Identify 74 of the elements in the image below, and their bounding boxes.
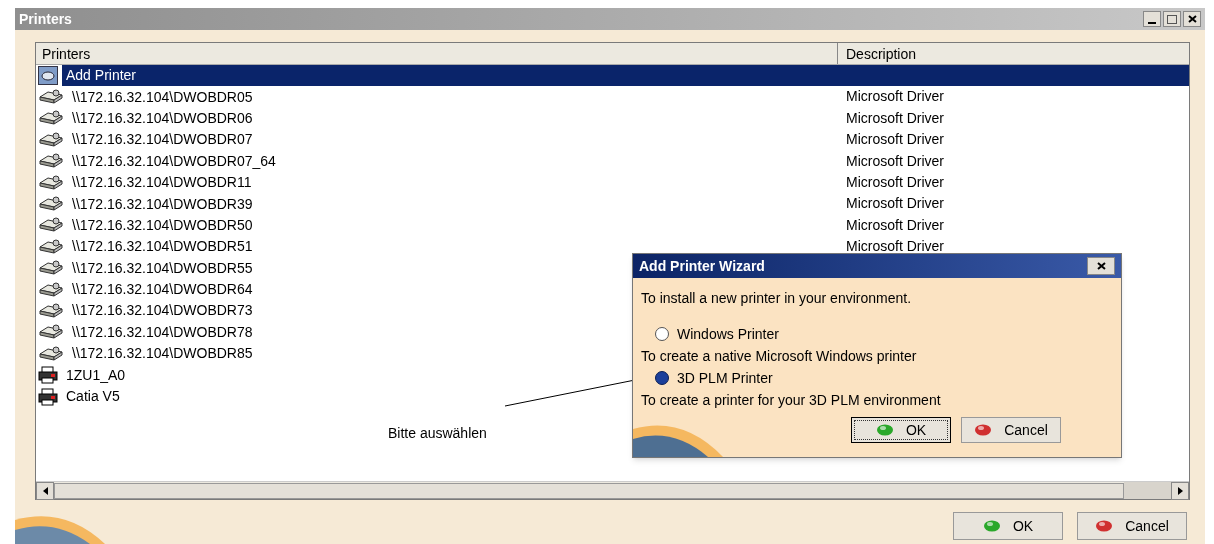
printer-name[interactable]: \\172.16.32.104\DWOBDR06	[68, 107, 257, 129]
printer-name[interactable]: \\172.16.32.104\DWOBDR07	[68, 129, 257, 151]
printer-icon	[38, 303, 64, 319]
close-icon	[1096, 262, 1106, 270]
column-header[interactable]: Description	[838, 43, 1189, 64]
minimize-button[interactable]	[1143, 11, 1161, 27]
table-cell-text: Microsoft Driver	[845, 87, 945, 107]
printer-name[interactable]: Catia V5	[62, 386, 124, 408]
scroll-left-button[interactable]	[36, 482, 54, 500]
ball-icon	[875, 424, 894, 436]
printer-icon	[38, 345, 64, 362]
printer-icon	[38, 260, 64, 277]
printer-name[interactable]: \\172.16.32.104\DWOBDR51	[68, 236, 257, 258]
ball-icon	[1095, 520, 1114, 532]
printer-name[interactable]: \\172.16.32.104\DWOBDR55	[68, 257, 257, 279]
printer-name[interactable]: \\172.16.32.104\DWOBDR50	[68, 214, 257, 236]
printer-name[interactable]: \\172.16.32.104\DWOBDR39	[68, 193, 257, 215]
printer-icon	[38, 153, 64, 170]
printer-icon	[38, 196, 64, 213]
ball-icon	[974, 424, 993, 436]
window-title: Printers	[19, 9, 72, 29]
ok-button[interactable]: OK	[953, 512, 1063, 540]
table-cell-text: Microsoft Driver	[845, 172, 945, 192]
cancel-button[interactable]: Cancel	[1077, 512, 1187, 540]
minimize-icon	[1148, 22, 1156, 24]
printer-name[interactable]: \\172.16.32.104\DWOBDR78	[68, 321, 257, 343]
dialog-title: Add Printer Wizard	[639, 256, 765, 276]
cancel-button[interactable]: Cancel	[961, 417, 1061, 443]
add-printer-icon	[38, 66, 58, 86]
printer-icon	[38, 281, 64, 298]
table-cell-text: Microsoft Driver	[845, 108, 945, 128]
printer-icon	[38, 110, 64, 127]
radio-button[interactable]	[655, 371, 669, 385]
printer-icon	[38, 131, 64, 148]
annotation-text: Bitte auswählen	[388, 424, 487, 443]
printer-name[interactable]: \\172.16.32.104\DWOBDR07_64	[68, 150, 280, 172]
maximize-icon	[1167, 14, 1177, 24]
printer-icon	[38, 387, 58, 406]
option-description: To create a printer for your 3D PLM environment	[641, 391, 942, 410]
printer-icon	[38, 238, 64, 255]
option-description: To create a native Microsoft Windows printer	[641, 347, 918, 366]
table-cell-text: Microsoft Driver	[845, 194, 945, 214]
printer-name[interactable]: Add Printer	[62, 65, 838, 87]
intro-text: To install a new printer in your environment.	[641, 289, 913, 308]
ok-button[interactable]: OK	[851, 417, 951, 443]
radio-option[interactable]: 3D PLM Printer	[655, 367, 1113, 389]
table-cell-text: Microsoft Driver	[845, 130, 945, 150]
printer-name[interactable]: \\172.16.32.104\DWOBDR05	[68, 86, 257, 108]
scrollbar-thumb[interactable]	[54, 483, 1124, 499]
left-arrow-icon	[42, 487, 48, 495]
close-button[interactable]	[1183, 11, 1201, 27]
table-cell-text: Microsoft Driver	[845, 237, 945, 257]
printer-name[interactable]: \\172.16.32.104\DWOBDR64	[68, 279, 257, 301]
printer-name[interactable]: \\172.16.32.104\DWOBDR85	[68, 343, 257, 365]
right-arrow-icon	[1177, 487, 1183, 495]
column-header[interactable]: Printers	[36, 43, 838, 64]
close-button[interactable]	[1087, 257, 1115, 275]
printer-name[interactable]: \\172.16.32.104\DWOBDR11	[68, 172, 256, 194]
horizontal-scrollbar[interactable]	[36, 481, 1189, 499]
printer-name[interactable]: \\172.16.32.104\DWOBDR73	[68, 300, 257, 322]
printer-icon	[38, 217, 64, 234]
radio-button[interactable]	[655, 327, 669, 341]
ball-icon	[982, 520, 1001, 532]
maximize-button[interactable]	[1163, 11, 1181, 27]
printer-icon	[38, 366, 58, 385]
scroll-right-button[interactable]	[1171, 482, 1189, 500]
printer-name[interactable]: 1ZU1_A0	[62, 364, 130, 386]
printer-icon	[38, 174, 64, 191]
printer-icon	[38, 324, 64, 341]
printer-icon	[38, 89, 64, 106]
close-icon	[1187, 15, 1197, 23]
table-cell-text: Microsoft Driver	[845, 151, 945, 171]
radio-option[interactable]: Windows Printer	[655, 323, 1113, 345]
table-cell-text: Microsoft Driver	[845, 215, 945, 235]
